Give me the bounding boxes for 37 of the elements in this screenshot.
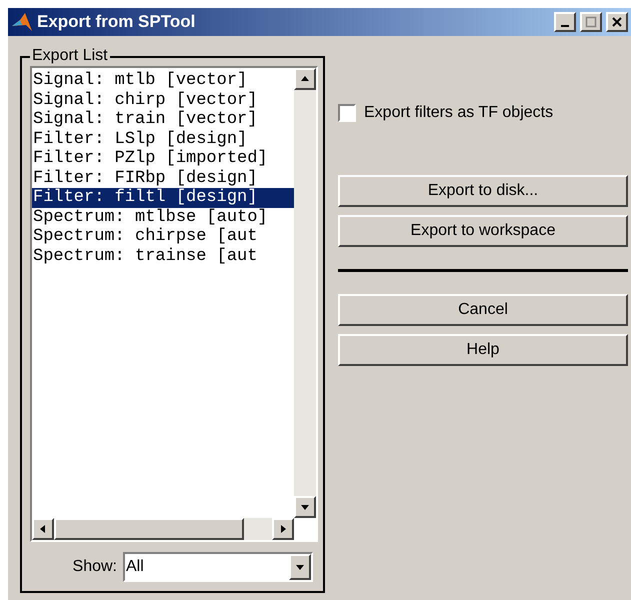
list-item[interactable]: Signal: train [vector] bbox=[32, 110, 294, 130]
list-item[interactable]: Spectrum: mtlbse [auto] bbox=[32, 208, 294, 227]
close-icon bbox=[611, 16, 623, 28]
window-title: Export from SPTool bbox=[37, 11, 196, 34]
app-logo-icon bbox=[11, 11, 33, 33]
group-label: Export List bbox=[30, 46, 110, 66]
list-item[interactable]: Spectrum: trainse [aut bbox=[32, 246, 294, 266]
show-label: Show: bbox=[72, 557, 117, 577]
list-item[interactable]: Signal: chirp [vector] bbox=[32, 90, 294, 110]
left-arrow-icon bbox=[38, 524, 48, 534]
export-filters-checkbox[interactable]: Export filters as TF objects bbox=[338, 101, 628, 125]
list-item[interactable]: Filter: filtl [design] bbox=[32, 188, 294, 208]
maximize-button[interactable] bbox=[580, 12, 602, 32]
scroll-right-button[interactable] bbox=[272, 518, 294, 540]
scroll-down-button[interactable] bbox=[294, 496, 316, 518]
list-item[interactable]: Signal: mtlb [vector] bbox=[32, 71, 294, 90]
push-button[interactable]: Export to disk... bbox=[338, 175, 628, 207]
list-item[interactable]: Filter: LSlp [design] bbox=[32, 130, 294, 149]
minimize-icon bbox=[561, 25, 569, 27]
down-arrow-icon bbox=[300, 502, 310, 512]
push-button[interactable]: Export to workspace bbox=[338, 215, 628, 247]
list-item[interactable]: Filter: FIRbp [design] bbox=[32, 168, 294, 188]
scroll-up-button[interactable] bbox=[294, 68, 316, 90]
minimize-button[interactable] bbox=[554, 12, 576, 32]
push-button[interactable]: Help bbox=[338, 334, 628, 366]
close-button[interactable] bbox=[606, 12, 628, 32]
push-button[interactable]: Cancel bbox=[338, 294, 628, 326]
maximize-icon bbox=[585, 16, 597, 28]
list-item[interactable]: Filter: PZlp [imported] bbox=[32, 149, 294, 168]
up-arrow-icon bbox=[300, 74, 310, 84]
scroll-left-button[interactable] bbox=[32, 518, 54, 540]
right-arrow-icon bbox=[278, 524, 288, 534]
list-item[interactable]: Spectrum: chirpse [aut bbox=[32, 227, 294, 246]
checkbox-box[interactable] bbox=[338, 104, 356, 122]
dropdown-arrow-icon bbox=[295, 562, 305, 572]
show-dropdown[interactable]: All bbox=[123, 552, 313, 582]
scroll-thumb[interactable] bbox=[54, 518, 244, 540]
